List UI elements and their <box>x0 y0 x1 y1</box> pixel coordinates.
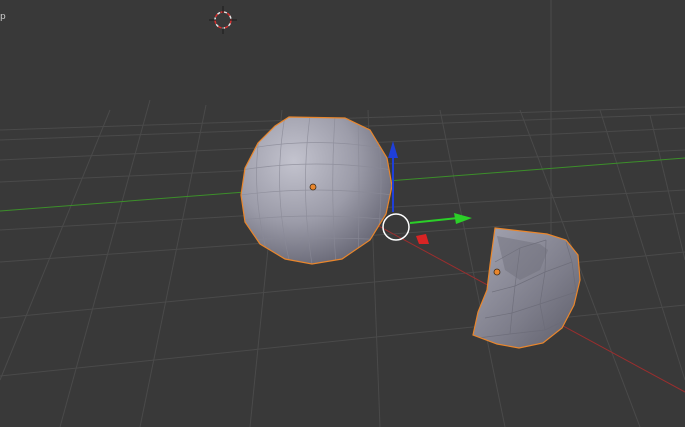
scene-canvas[interactable] <box>0 0 685 427</box>
3d-viewport[interactable]: p <box>0 0 685 427</box>
transform-gizmo[interactable] <box>382 141 472 244</box>
fragment-origin-dot[interactable] <box>493 268 501 276</box>
crosshair-icon[interactable] <box>209 6 237 34</box>
sphere-object[interactable] <box>240 116 393 265</box>
gizmo-y-axis[interactable] <box>409 217 459 224</box>
gizmo-center-ring[interactable] <box>382 213 410 241</box>
gizmo-x-arrow-icon[interactable] <box>416 234 429 244</box>
sphere-fragment-object[interactable] <box>472 227 581 349</box>
sphere-origin-dot[interactable] <box>309 183 317 191</box>
gizmo-z-arrow-icon[interactable] <box>388 141 398 158</box>
